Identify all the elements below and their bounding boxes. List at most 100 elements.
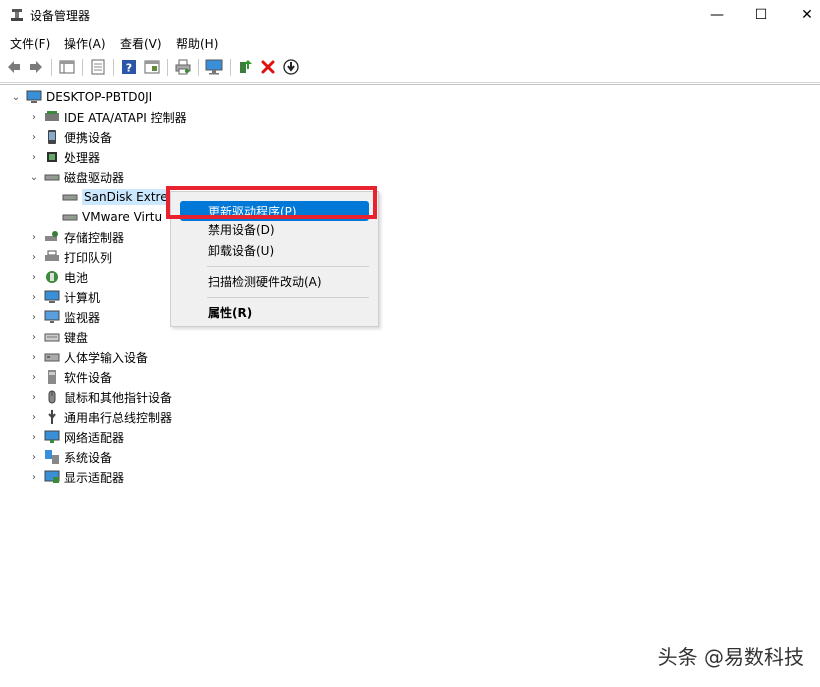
tree-category[interactable]: › 监视器: [26, 307, 100, 327]
close-button[interactable]: ✕: [784, 0, 820, 30]
minimize-button[interactable]: —: [694, 0, 740, 30]
chevron-down-icon[interactable]: ⌄: [26, 169, 42, 185]
printer-icon: [44, 249, 60, 265]
tree-category[interactable]: › 通用串行总线控制器: [26, 407, 172, 427]
tree-category-label: 存储控制器: [64, 230, 125, 245]
tree-category-label: 软件设备: [64, 370, 113, 385]
chevron-right-icon[interactable]: ›: [26, 289, 42, 305]
tree-category-label: 便携设备: [64, 130, 113, 145]
menu-bar: 文件(F) 操作(A) 查看(V) 帮助(H): [0, 32, 820, 54]
chevron-right-icon[interactable]: ›: [26, 129, 42, 145]
chevron-right-icon[interactable]: ›: [26, 349, 42, 365]
tree-category-label: 磁盘驱动器: [64, 170, 125, 185]
chevron-right-icon[interactable]: ›: [26, 469, 42, 485]
device-manager-icon: [11, 9, 23, 21]
tree-category[interactable]: › 鼠标和其他指针设备: [26, 387, 172, 407]
uninstall-toolbar-button[interactable]: [259, 58, 277, 76]
help-toolbar-button[interactable]: ?: [120, 58, 138, 76]
ctx-uninstall-device[interactable]: 卸载设备(U): [177, 240, 372, 260]
view-toggle-button[interactable]: [143, 58, 161, 76]
disk-drive-icon: [62, 189, 78, 205]
tree-category[interactable]: › 计算机: [26, 287, 100, 307]
back-arrow-icon: [8, 61, 20, 73]
tree-category-label: 鼠标和其他指针设备: [64, 390, 173, 405]
tree-category-label: 系统设备: [64, 450, 113, 465]
properties-toolbar-button[interactable]: [89, 58, 107, 76]
processor-icon: [44, 149, 60, 165]
tree-device-label: SanDisk Extre: [82, 189, 170, 205]
tree-category-label: IDE ATA/ATAPI 控制器: [64, 110, 187, 125]
menu-help[interactable]: 帮助(H): [176, 35, 218, 52]
tree-category-label: 电池: [64, 270, 89, 285]
keyboard-icon: [44, 329, 60, 345]
tree-category-label: 处理器: [64, 150, 101, 165]
chevron-right-icon[interactable]: ›: [26, 309, 42, 325]
update-driver-toolbar-button[interactable]: [236, 58, 254, 76]
tree-category[interactable]: › 软件设备: [26, 367, 112, 387]
tree-category-label: 人体学输入设备: [64, 350, 149, 365]
red-x-icon: [261, 60, 275, 74]
tree-category[interactable]: › 存储控制器: [26, 227, 124, 247]
maximize-button[interactable]: ☐: [738, 0, 784, 30]
ctx-separator: [207, 266, 369, 267]
chevron-right-icon[interactable]: ›: [26, 249, 42, 265]
tree-category[interactable]: › IDE ATA/ATAPI 控制器: [26, 107, 187, 127]
device-tree[interactable]: ⌄ DESKTOP-PBTD0JI › IDE ATA/ATAPI 控制器 › 便携设…: [0, 84, 820, 687]
menu-action[interactable]: 操作(A): [64, 35, 106, 52]
tree-category[interactable]: ⌄ 磁盘驱动器: [26, 167, 124, 187]
chevron-down-icon[interactable]: ⌄: [8, 89, 24, 105]
print-toolbar-button[interactable]: [174, 58, 192, 76]
tree-category-label: 显示适配器: [64, 470, 125, 485]
chevron-right-icon[interactable]: ›: [26, 409, 42, 425]
menu-file[interactable]: 文件(F): [10, 35, 50, 52]
portable-device-icon: [44, 129, 60, 145]
ctx-separator: [207, 297, 369, 298]
chevron-right-icon[interactable]: ›: [26, 329, 42, 345]
back-button[interactable]: [5, 58, 23, 76]
tree-category-label: 键盘: [64, 330, 89, 345]
forward-arrow-icon: [30, 61, 42, 73]
chevron-right-icon[interactable]: ›: [26, 449, 42, 465]
tree-device-label: VMware Virtu: [82, 210, 163, 224]
system-device-icon: [44, 449, 60, 465]
tree-category[interactable]: › 便携设备: [26, 127, 112, 147]
forward-button[interactable]: [27, 58, 45, 76]
chevron-right-icon[interactable]: ›: [26, 429, 42, 445]
chevron-right-icon[interactable]: ›: [26, 389, 42, 405]
usb-icon: [44, 409, 60, 425]
computer-icon: [44, 289, 60, 305]
tree-category[interactable]: › 键盘: [26, 327, 88, 347]
tree-device[interactable]: VMware Virtu: [60, 207, 162, 227]
chevron-right-icon[interactable]: ›: [26, 269, 42, 285]
ctx-properties[interactable]: 属性(R): [177, 302, 372, 322]
chevron-right-icon[interactable]: ›: [26, 369, 42, 385]
network-adapter-icon: [44, 429, 60, 445]
display-adapter-icon: [44, 469, 60, 485]
tree-category[interactable]: › 网络适配器: [26, 427, 124, 447]
watermark-text: 头条 @易数科技: [657, 645, 804, 669]
tree-category[interactable]: › 电池: [26, 267, 88, 287]
disk-drive-icon: [62, 209, 78, 225]
tree-category[interactable]: › 显示适配器: [26, 467, 124, 487]
ctx-disable-device[interactable]: 禁用设备(D): [177, 219, 372, 239]
tree-device[interactable]: SanDisk Extre: [60, 187, 170, 207]
help-icon: ?: [122, 60, 136, 75]
minimize-icon: —: [710, 7, 724, 23]
chevron-right-icon[interactable]: ›: [26, 149, 42, 165]
tree-category[interactable]: › 系统设备: [26, 447, 112, 467]
tree-category[interactable]: › 处理器: [26, 147, 100, 167]
scan-hardware-button[interactable]: [205, 58, 223, 76]
tree-category-label: 监视器: [64, 310, 101, 325]
tree-category[interactable]: › 打印队列: [26, 247, 112, 267]
ctx-scan-hardware[interactable]: 扫描检测硬件改动(A): [177, 271, 372, 291]
chevron-right-icon[interactable]: ›: [26, 109, 42, 125]
tree-category[interactable]: › 人体学输入设备: [26, 347, 148, 367]
mouse-icon: [44, 389, 60, 405]
disable-toolbar-button[interactable]: [282, 58, 300, 76]
show-hide-tree-button[interactable]: [58, 58, 76, 76]
close-icon: ✕: [801, 7, 813, 23]
ide-controller-icon: [44, 109, 60, 125]
chevron-right-icon[interactable]: ›: [26, 229, 42, 245]
menu-view[interactable]: 查看(V): [120, 35, 162, 52]
tree-root[interactable]: ⌄ DESKTOP-PBTD0JI: [8, 87, 152, 107]
